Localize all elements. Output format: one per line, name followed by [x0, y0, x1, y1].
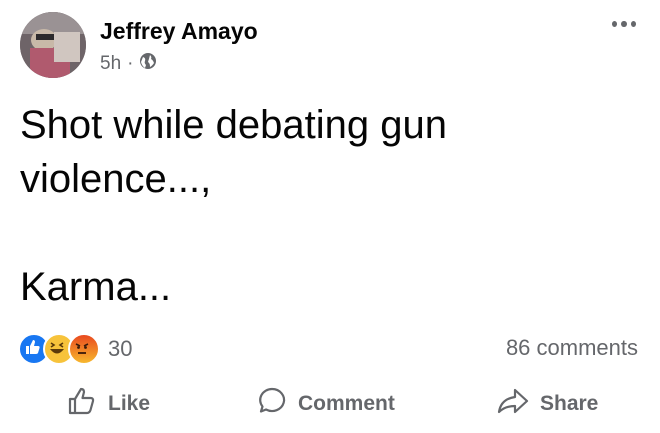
thumbs-up-icon	[66, 385, 98, 423]
share-label: Share	[540, 392, 599, 415]
meta-separator: ·	[127, 53, 134, 74]
comment-label: Comment	[298, 392, 395, 415]
more-dot	[630, 21, 636, 27]
comments-count[interactable]: 86 comments	[506, 335, 638, 361]
comment-button[interactable]: Comment	[256, 385, 395, 423]
share-button[interactable]: Share	[496, 385, 598, 423]
reactions-summary[interactable]: 30	[18, 333, 132, 365]
angry-icon	[68, 333, 100, 365]
share-icon	[496, 385, 530, 423]
globe-icon	[139, 52, 157, 76]
avatar[interactable]	[20, 12, 86, 78]
post-text-spacer	[20, 206, 640, 260]
post-time[interactable]: 5h	[100, 53, 121, 75]
post-text-line2: Karma...	[20, 265, 172, 309]
more-options-icon[interactable]	[612, 18, 636, 30]
like-button[interactable]: Like	[66, 385, 150, 423]
post-text: Shot while debating gun violence..., Kar…	[20, 98, 640, 314]
like-label: Like	[108, 392, 151, 415]
comment-icon	[256, 385, 288, 423]
more-dot	[621, 21, 627, 27]
post-meta: 5h ·	[100, 52, 157, 76]
reaction-count: 30	[108, 336, 133, 361]
more-dot	[612, 21, 618, 27]
action-bar: Like Comment Share	[0, 385, 660, 425]
post-author[interactable]: Jeffrey Amayo	[100, 18, 258, 45]
post-text-line1: Shot while debating gun violence...,	[20, 103, 447, 201]
